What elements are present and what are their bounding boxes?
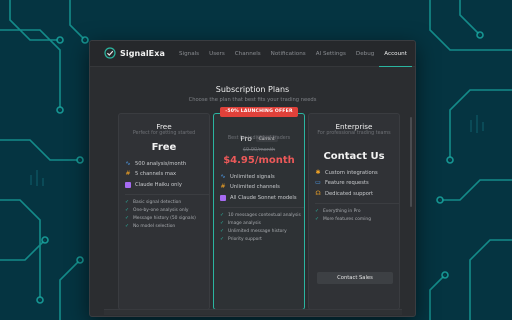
check-icon: ✓	[220, 229, 225, 235]
footer-strip	[104, 309, 402, 315]
pulse-icon: ∿	[125, 160, 131, 167]
check-text: Image analysis	[228, 221, 261, 227]
plan-tagline: Best for individual traders	[227, 136, 291, 141]
hash-icon: #	[220, 183, 226, 191]
tab-debug[interactable]: Debug	[351, 41, 379, 67]
feature-item: ∿ 500 analysis/month	[125, 160, 209, 168]
tab-ai-settings[interactable]: AI Settings	[311, 41, 351, 67]
check-icon: ✓	[125, 208, 130, 214]
top-navigation: SignalExa Signals Users Channels Notific…	[90, 41, 415, 67]
check-item: ✓ Unlimited message history	[220, 229, 304, 235]
robot-icon	[220, 194, 226, 201]
feature-text: 5 channels max	[135, 171, 177, 178]
feature-item: ✱ Custom integrations	[315, 169, 399, 177]
check-icon: ✓	[125, 224, 130, 230]
scrollbar[interactable]	[410, 117, 412, 207]
check-item: ✓ Priority support	[220, 237, 304, 243]
puzzle-icon: ✱	[315, 169, 321, 176]
check-icon: ✓	[315, 217, 320, 223]
robot-icon	[125, 181, 131, 188]
check-text: 10 messages contextual analysis	[228, 213, 301, 219]
plan-name: Enterprise	[335, 122, 373, 131]
subscription-popup: SignalExa Signals Users Channels Notific…	[89, 40, 416, 317]
feature-text: Custom integrations	[325, 170, 378, 176]
check-icon: ✓	[220, 221, 225, 227]
feature-text: Dedicated support	[325, 190, 374, 197]
plan-features: ✱ Custom integrations ▭ Feature requests…	[315, 170, 399, 225]
check-list: ✓ Everything in Pro ✓ More features coming	[315, 209, 399, 223]
plan-name: Free	[156, 122, 172, 131]
check-item: ✓ More features coming	[315, 217, 399, 223]
check-text: Message history (50 signals)	[133, 216, 196, 222]
plan-card-enterprise: Enterprise For professional trading team…	[308, 113, 400, 310]
page-subtitle: Choose the plan that best fits your trad…	[188, 97, 317, 103]
divider	[315, 203, 399, 205]
pulse-icon: ∿	[220, 173, 226, 180]
check-icon: ✓	[315, 209, 320, 215]
hash-icon: #	[125, 170, 131, 178]
feature-item: ∿ Unlimited signals	[220, 173, 304, 181]
page-title: Subscription Plans	[215, 85, 290, 94]
check-icon: ✓	[220, 213, 225, 219]
feature-item: # Unlimited channels	[220, 183, 304, 191]
feature-item: ☊ Dedicated support	[315, 189, 399, 197]
feature-item: Claude Haiku only	[125, 181, 209, 188]
feature-item: All Claude Sonnet models	[220, 194, 304, 201]
tab-signals[interactable]: Signals	[174, 41, 204, 67]
plan-features: ∿ 500 analysis/month # 5 channels max Cl…	[125, 161, 209, 232]
plan-card-free: Free Perfect for getting started Free ∿ …	[118, 113, 210, 310]
feature-text: Claude Haiku only	[135, 181, 182, 188]
plan-price: Contact Us	[323, 151, 385, 162]
launch-offer-badge: -50% LAUNCHING OFFER	[220, 107, 298, 117]
check-item: ✓ 10 messages contextual analysis	[220, 213, 304, 219]
brand-check-icon	[104, 47, 116, 59]
check-text: No model selection	[133, 224, 176, 230]
tab-channels[interactable]: Channels	[230, 41, 266, 67]
check-icon: ✓	[220, 237, 225, 243]
headset-icon: ☊	[315, 189, 321, 197]
check-list: ✓ 10 messages contextual analysis ✓ Image …	[220, 213, 304, 243]
feature-text: Unlimited signals	[230, 174, 275, 180]
feature-item: ▭ Feature requests	[315, 179, 399, 187]
brand[interactable]: SignalExa	[104, 47, 165, 59]
check-list: ✓ Basic signal detection ✓ One-by-one anal…	[125, 200, 209, 230]
divider	[125, 194, 209, 196]
check-text: Priority support	[228, 237, 262, 243]
plan-features: ∿ Unlimited signals # Unlimited channels…	[220, 174, 304, 245]
feature-text: Feature requests	[325, 180, 369, 187]
tab-bar: Signals Users Channels Notifications AI …	[174, 41, 412, 67]
feature-text: All Claude Sonnet models	[230, 194, 297, 201]
plan-tagline: For professional trading teams	[317, 131, 391, 136]
check-text: One-by-one analysis only	[133, 208, 189, 214]
feature-item: # 5 channels max	[125, 170, 209, 178]
check-text: Unlimited message history	[228, 229, 287, 235]
check-icon: ✓	[125, 216, 130, 222]
check-text: Everything in Pro	[323, 209, 361, 215]
check-text: Basic signal detection	[133, 200, 182, 206]
check-item: ✓ Message history (50 signals)	[125, 216, 209, 222]
plan-card-pro: Pro Current Best for individual traders $…	[213, 113, 305, 310]
divider	[220, 207, 304, 209]
chat-icon: ▭	[315, 179, 321, 187]
check-text: More features coming	[323, 217, 371, 223]
tab-notifications[interactable]: Notifications	[266, 41, 311, 67]
contact-sales-button[interactable]: Contact Sales	[317, 272, 393, 284]
check-item: ✓ Everything in Pro	[315, 209, 399, 215]
check-item: ✓ Basic signal detection	[125, 200, 209, 206]
tab-users[interactable]: Users	[204, 41, 230, 67]
plan-price: $4.95/month	[223, 155, 295, 166]
feature-text: 500 analysis/month	[135, 161, 187, 167]
tab-account[interactable]: Account	[379, 41, 412, 67]
old-price: $9.90/month	[242, 147, 276, 153]
check-item: ✓ One-by-one analysis only	[125, 208, 209, 214]
check-item: ✓ Image analysis	[220, 221, 304, 227]
feature-text: Unlimited channels	[230, 184, 280, 191]
check-item: ✓ No model selection	[125, 224, 209, 230]
plan-tagline: Perfect for getting started	[132, 131, 196, 136]
brand-name: SignalExa	[120, 48, 165, 58]
plan-price: Free	[151, 142, 177, 153]
check-icon: ✓	[125, 200, 130, 206]
